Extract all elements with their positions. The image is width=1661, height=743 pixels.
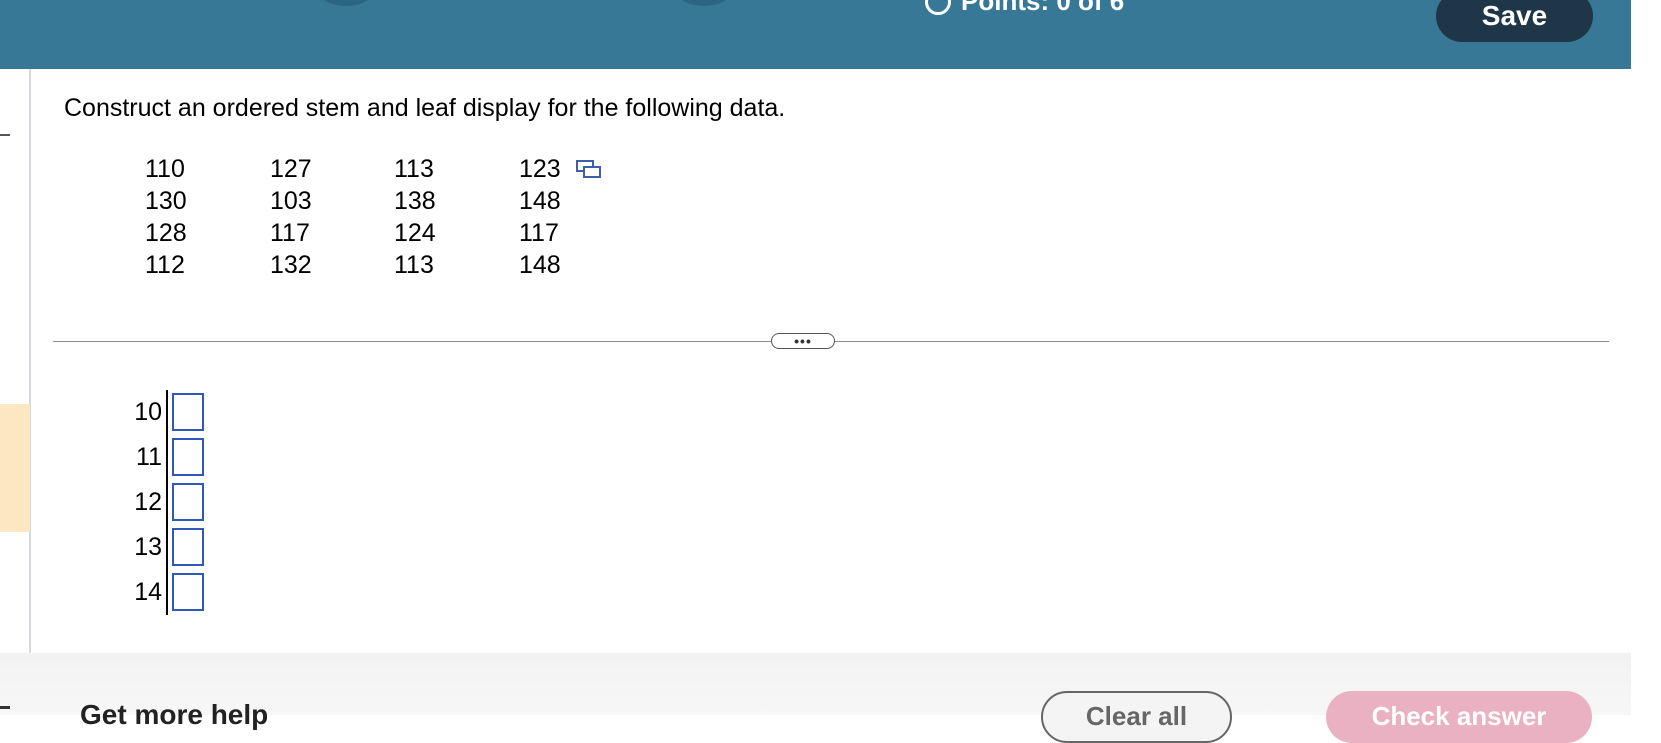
leaf-input[interactable] [172,393,204,431]
stem-label: 10 [134,398,162,426]
table-row: 110 127 113 123 [145,153,579,185]
table-cell: 113 [394,251,434,279]
points-label: Points: 0 of 6 [961,0,1125,16]
save-button[interactable]: Save [1436,0,1593,42]
clear-all-button[interactable]: Clear all [1041,691,1232,743]
table-cell: 117 [270,219,310,247]
expand-more-button[interactable]: ••• [771,333,835,349]
leaf-input[interactable] [172,438,204,476]
table-cell: 123 [519,155,561,183]
left-panel-border [29,69,31,653]
table-cell: 128 [145,219,187,247]
table-cell: 110 [145,155,185,183]
progress-ring-icon [925,0,951,15]
get-more-help-link[interactable]: Get more help [80,699,268,731]
table-cell: 113 [394,155,434,183]
table-cell: 148 [519,187,561,215]
next-question-button[interactable] [676,0,732,6]
table-cell: 103 [270,187,312,215]
table-cell: 124 [394,219,436,247]
table-cell: 127 [270,155,312,183]
left-panel-mark [0,134,10,136]
previous-question-button[interactable] [318,0,374,6]
table-cell: 112 [145,251,185,279]
question-prompt: Construct an ordered stem and leaf displ… [64,94,786,122]
table-cell: 138 [394,187,436,215]
table-cell: 148 [519,251,561,279]
stem-label: 14 [134,578,162,606]
table-cell: 130 [145,187,187,215]
table-row: 130 103 138 148 [145,185,579,217]
table-row: 128 117 124 117 [145,217,579,249]
top-header-bar: Points: 0 of 6 Save [0,0,1631,69]
stem-label: 11 [136,443,162,471]
stem-label: 13 [134,533,162,561]
current-question-highlight [0,404,30,532]
table-cell: 132 [270,251,312,279]
table-cell: 117 [519,219,559,247]
leaf-input[interactable] [172,573,204,611]
points-indicator: Points: 0 of 6 [925,0,1124,17]
table-row: 112 132 113 148 [145,249,579,281]
leaf-input[interactable] [172,528,204,566]
footer-left-mark [0,706,10,709]
stem-label: 12 [134,488,162,516]
data-table: 110 127 113 123 130 103 138 148 128 117 … [145,153,579,281]
copy-data-icon[interactable] [576,159,602,179]
stem-leaf-separator [166,390,168,615]
leaf-input[interactable] [172,483,204,521]
check-answer-button[interactable]: Check answer [1326,691,1592,743]
